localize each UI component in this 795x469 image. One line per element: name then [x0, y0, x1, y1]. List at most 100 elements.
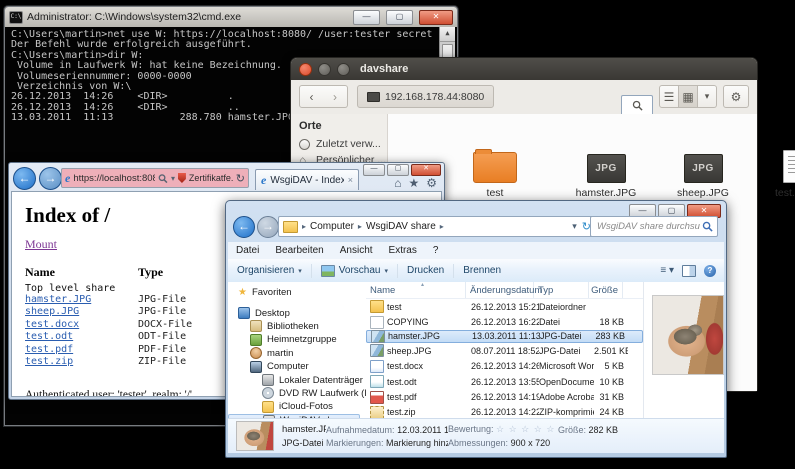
scroll-up-icon[interactable]: ▲ — [440, 27, 455, 42]
column-date[interactable]: Änderungsdatum — [466, 282, 534, 298]
file-item-sheep[interactable]: JPG sheep.JPG — [653, 150, 753, 199]
back-button[interactable]: ‹ — [299, 85, 324, 108]
minimize-button[interactable]: — — [363, 164, 385, 176]
address-bar[interactable]: e https://localhost:8080/ ▾ Zertifikatfe… — [61, 168, 249, 188]
forward-button[interactable]: → — [257, 216, 279, 238]
browser-tab[interactable]: e WsgiDAV - Index of / × — [255, 169, 359, 190]
tab-close-icon[interactable]: × — [348, 175, 353, 185]
breadcrumb[interactable]: ▸ Computer ▸ WsgiDAV share ▸ ▾ ↻ — [278, 216, 596, 237]
file-link[interactable]: test.zip — [25, 356, 138, 368]
close-button[interactable]: ✕ — [419, 10, 453, 25]
rating-stars-icon[interactable]: ☆ ☆ ☆ ☆ ☆ — [496, 424, 555, 434]
forward-button[interactable]: → — [39, 167, 62, 190]
minimize-icon[interactable] — [318, 63, 331, 76]
file-row[interactable]: sheep.JPG08.07.2011 18:52JPG-Datei2.501 … — [366, 343, 643, 358]
tags-value[interactable]: Markierung hinzufügen — [386, 438, 448, 448]
home-icon[interactable]: ⌂ — [394, 176, 401, 190]
file-row-selected[interactable]: hamster.JPG13.03.2011 11:13JPG-Datei283 … — [366, 330, 643, 343]
sidebar-item-recent[interactable]: Zuletzt verw... — [291, 136, 387, 152]
menu-datei[interactable]: Datei — [228, 245, 267, 256]
picture-icon — [321, 265, 335, 277]
location-button[interactable]: 192.168.178.44:8080 — [357, 85, 494, 108]
minimize-button[interactable]: — — [353, 10, 380, 25]
certificate-error-label[interactable]: Zertifikatfe... — [189, 173, 233, 183]
sidebar-item-local-disk[interactable]: Lokaler Datenträger (C:) — [228, 373, 366, 386]
list-view-button[interactable]: ☰ — [659, 85, 679, 108]
search-caret-icon[interactable]: ▾ — [171, 174, 175, 183]
preview-button[interactable]: Vorschau ▾ — [312, 265, 397, 277]
close-icon[interactable] — [299, 63, 312, 76]
menu-ansicht[interactable]: Ansicht — [332, 245, 381, 256]
file-link[interactable]: test.pdf — [25, 344, 138, 356]
file-link[interactable]: sheep.JPG — [25, 306, 138, 318]
help-icon[interactable]: ? — [704, 265, 716, 277]
sidebar-item-bibliotheken[interactable]: Bibliotheken — [228, 320, 366, 333]
back-button[interactable]: ← — [233, 216, 255, 238]
menu-bearbeiten[interactable]: Bearbeiten — [267, 245, 331, 256]
breadcrumb-computer[interactable]: Computer — [310, 221, 354, 232]
file-link[interactable]: test.odt — [25, 331, 138, 343]
url-text[interactable]: https://localhost:8080/ — [73, 173, 155, 184]
file-item-docx[interactable]: test.docx — [746, 150, 795, 199]
sidebar-item-computer[interactable]: Computer — [228, 360, 366, 373]
sidebar-item-heimnetzgruppe[interactable]: Heimnetzgruppe — [228, 333, 366, 346]
file-row[interactable]: COPYING26.12.2013 16:22Datei18 KB — [366, 314, 643, 329]
browser-nav: ← → — [13, 167, 62, 190]
search-input[interactable] — [595, 220, 702, 233]
file-row[interactable]: test.odt26.12.2013 13:55OpenDocument T..… — [366, 374, 643, 389]
sidebar-item-favoriten[interactable]: ★Favoriten — [228, 286, 366, 299]
maximize-icon[interactable] — [337, 63, 350, 76]
menu-help[interactable]: ? — [425, 245, 447, 256]
sidebar-item-martin[interactable]: martin — [228, 347, 366, 360]
forward-button[interactable]: › — [323, 85, 348, 108]
search-box[interactable] — [590, 216, 718, 237]
view-options-button[interactable]: ▾ — [698, 85, 717, 108]
homegroup-icon — [250, 334, 262, 346]
back-button[interactable]: ← — [13, 167, 36, 190]
organize-button[interactable]: Organisieren ▾ — [228, 265, 311, 276]
close-button[interactable]: ✕ — [411, 164, 441, 176]
user-icon — [250, 347, 262, 359]
file-row[interactable]: test26.12.2013 15:21Dateiordner — [366, 299, 643, 314]
sidebar-item-icloud-fotos[interactable]: iCloud-Fotos — [228, 400, 366, 413]
computer-icon — [250, 361, 262, 373]
column-size[interactable]: Größe — [589, 282, 623, 298]
preview-pane-button[interactable] — [682, 265, 696, 277]
explorer-window: — ▢ ✕ ← → ▸ Computer ▸ WsgiDAV share ▸ ▾… — [225, 200, 727, 458]
place-label: Zuletzt verw... — [316, 138, 381, 150]
menu-extras[interactable]: Extras — [381, 245, 425, 256]
file-row[interactable]: test.docx26.12.2013 14:26Microsoft Word … — [366, 359, 643, 374]
favorites-star-icon[interactable]: ★ — [408, 176, 419, 190]
column-type[interactable]: Typ — [534, 282, 589, 298]
breadcrumb-current[interactable]: WsgiDAV share — [366, 221, 436, 232]
maximize-button[interactable]: ▢ — [386, 10, 413, 25]
grid-view-button[interactable]: ▦ — [679, 85, 698, 108]
print-button[interactable]: Drucken — [398, 265, 453, 276]
change-view-button[interactable]: ≡ ▾ — [660, 265, 674, 276]
mount-link[interactable]: Mount — [25, 237, 57, 252]
davshare-title-bar[interactable]: davshare — [291, 58, 757, 80]
column-name[interactable]: Name▴ — [366, 282, 466, 298]
preview-label: Vorschau — [339, 265, 381, 276]
settings-gear-icon[interactable]: ⚙ — [426, 176, 437, 190]
sidebar-item-desktop[interactable]: Desktop — [228, 306, 366, 319]
star-icon: ★ — [238, 288, 247, 298]
file-item-test[interactable]: test — [445, 150, 545, 199]
sidebar-item-dvd[interactable]: DVD RW Laufwerk (D:) — [228, 387, 366, 400]
desktop-icon — [238, 307, 250, 319]
cmd-title-bar[interactable]: C:\ Administrator: C:\Windows\system32\c… — [5, 7, 457, 27]
file-link[interactable]: test.docx — [25, 319, 138, 331]
burn-button[interactable]: Brennen — [454, 265, 510, 276]
file-link[interactable]: hamster.JPG — [25, 294, 138, 306]
file-item-hamster[interactable]: JPG hamster.JPG — [556, 150, 656, 199]
search-button[interactable] — [621, 95, 653, 116]
file-row[interactable]: test.zip26.12.2013 14:22ZIP-komprimierte… — [366, 405, 643, 419]
file-row[interactable]: test.pdf26.12.2013 14:19Adobe Acrobat D.… — [366, 389, 643, 404]
address-dropdown-icon[interactable]: ▾ — [572, 221, 577, 232]
gear-menu-button[interactable]: ⚙ — [723, 85, 749, 108]
refresh-icon[interactable]: ↻ — [236, 172, 245, 185]
dimensions-value: 900 x 720 — [511, 438, 551, 448]
search-icon[interactable] — [158, 173, 168, 184]
details-file-type: JPG-Datei — [282, 438, 326, 448]
maximize-button[interactable]: ▢ — [387, 164, 409, 176]
